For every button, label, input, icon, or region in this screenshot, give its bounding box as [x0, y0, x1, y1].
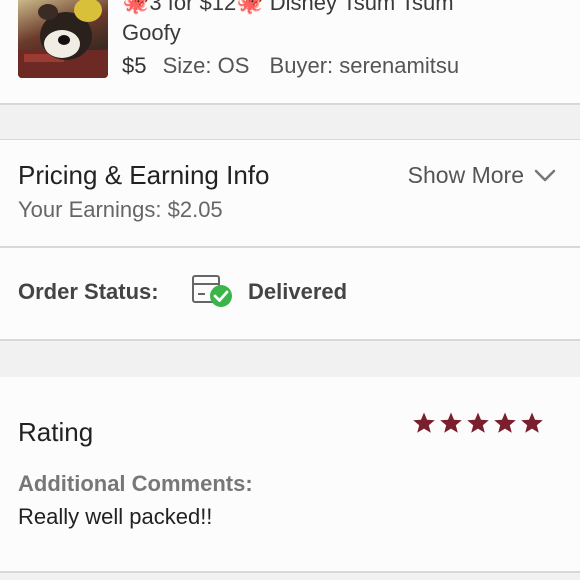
pricing-title: Pricing & Earning Info	[18, 160, 270, 190]
order-item-row[interactable]: 🐙3 for $12🐙 Disney Tsum Tsum Goofy $5 Si…	[0, 0, 580, 103]
order-status-value: Delivered	[248, 279, 348, 304]
rating-label: Rating	[18, 417, 94, 447]
star-icon	[440, 412, 462, 433]
order-status-section: Order Status: Delivered	[0, 248, 580, 339]
delivered-box-icon	[190, 270, 236, 315]
your-earnings: Your Earnings: $2.05	[18, 197, 223, 222]
show-more-label: Show More	[407, 162, 524, 188]
star-icon	[467, 412, 489, 433]
additional-comments-text: Really well packed!!	[18, 504, 213, 529]
item-thumbnail[interactable]	[18, 0, 108, 78]
star-rating	[412, 411, 544, 435]
item-price: $5	[122, 53, 147, 78]
section-gap	[0, 105, 580, 140]
section-gap	[0, 573, 580, 580]
show-more-button[interactable]: Show More	[408, 162, 556, 189]
item-meta: $5 Size: OS Buyer: serenamitsu	[122, 53, 459, 79]
star-icon	[521, 412, 543, 433]
item-title-line2: Goofy	[122, 20, 181, 45]
chevron-down-icon	[534, 162, 556, 189]
order-status-label: Order Status:	[18, 279, 159, 304]
star-icon	[413, 412, 435, 433]
additional-comments-label: Additional Comments:	[18, 471, 253, 496]
item-size: Size: OS	[162, 53, 250, 78]
section-gap	[0, 341, 580, 377]
rating-section: Rating Additional Comments: Really well …	[0, 377, 580, 571]
item-title-line1: 🐙3 for $12🐙 Disney Tsum Tsum	[122, 0, 454, 15]
pricing-section: Pricing & Earning Info Your Earnings: $2…	[0, 140, 580, 246]
star-icon	[494, 412, 516, 433]
item-buyer: Buyer: serenamitsu	[269, 53, 460, 78]
